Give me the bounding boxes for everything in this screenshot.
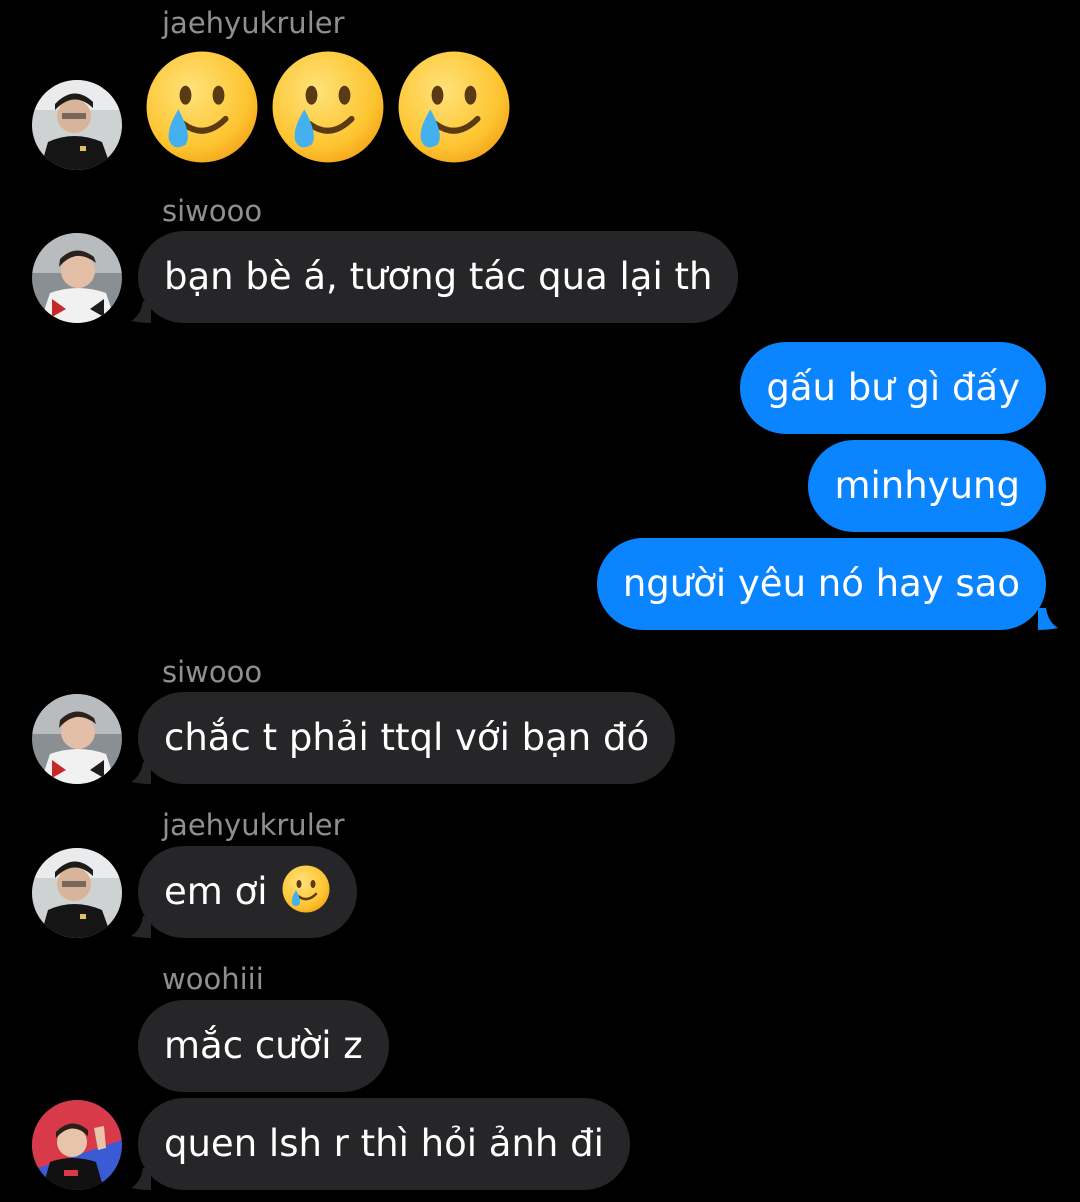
sender-name: woohiii <box>162 962 264 996</box>
sender-name: jaehyukruler <box>162 6 345 40</box>
message-text: minhyung <box>834 464 1020 507</box>
message-text: mắc cười z <box>164 1024 363 1067</box>
avatar-jaehyukruler[interactable] <box>32 848 122 938</box>
smiling-face-with-tear-icon <box>272 51 384 163</box>
message-bubble[interactable]: quen lsh r thì hỏi ảnh đi <box>138 1098 630 1190</box>
smiling-face-with-tear-icon <box>146 51 258 163</box>
message-text: quen lsh r thì hỏi ảnh đi <box>164 1122 604 1165</box>
sender-name: siwooo <box>162 194 263 228</box>
message-text: bạn bè á, tương tác qua lại th <box>164 255 713 298</box>
sender-name: siwooo <box>162 655 263 689</box>
smiling-face-with-tear-icon <box>282 865 330 913</box>
bubble-tail <box>131 301 151 323</box>
bubble-tail <box>131 1168 151 1190</box>
avatar-woohiii[interactable] <box>32 1100 122 1190</box>
message-bubble-outgoing[interactable]: gấu bư gì đấy <box>740 342 1046 434</box>
bubble-tail <box>1038 608 1058 630</box>
message-bubble[interactable]: em ơi <box>138 846 358 938</box>
avatar-siwooo[interactable] <box>32 694 122 784</box>
message-bubble[interactable]: mắc cười z <box>138 1000 389 1092</box>
avatar-jaehyukruler[interactable] <box>32 80 122 170</box>
bubble-tail <box>131 916 151 938</box>
bubble-tail <box>131 762 151 784</box>
message-text: em ơi <box>164 870 268 913</box>
message-bubble[interactable]: chắc t phải ttql với bạn đó <box>138 692 676 784</box>
sender-name: jaehyukruler <box>162 808 345 842</box>
avatar-siwooo[interactable] <box>32 233 122 323</box>
message-text: gấu bư gì đấy <box>766 366 1020 409</box>
message-bubble-outgoing[interactable]: minhyung <box>808 440 1046 532</box>
message-text: chắc t phải ttql với bạn đó <box>164 716 650 759</box>
message-bubble[interactable]: bạn bè á, tương tác qua lại th <box>138 231 739 323</box>
message-bubble-outgoing[interactable]: người yêu nó hay sao <box>596 538 1046 630</box>
smiling-face-with-tear-icon <box>398 51 510 163</box>
message-text: người yêu nó hay sao <box>622 562 1020 605</box>
